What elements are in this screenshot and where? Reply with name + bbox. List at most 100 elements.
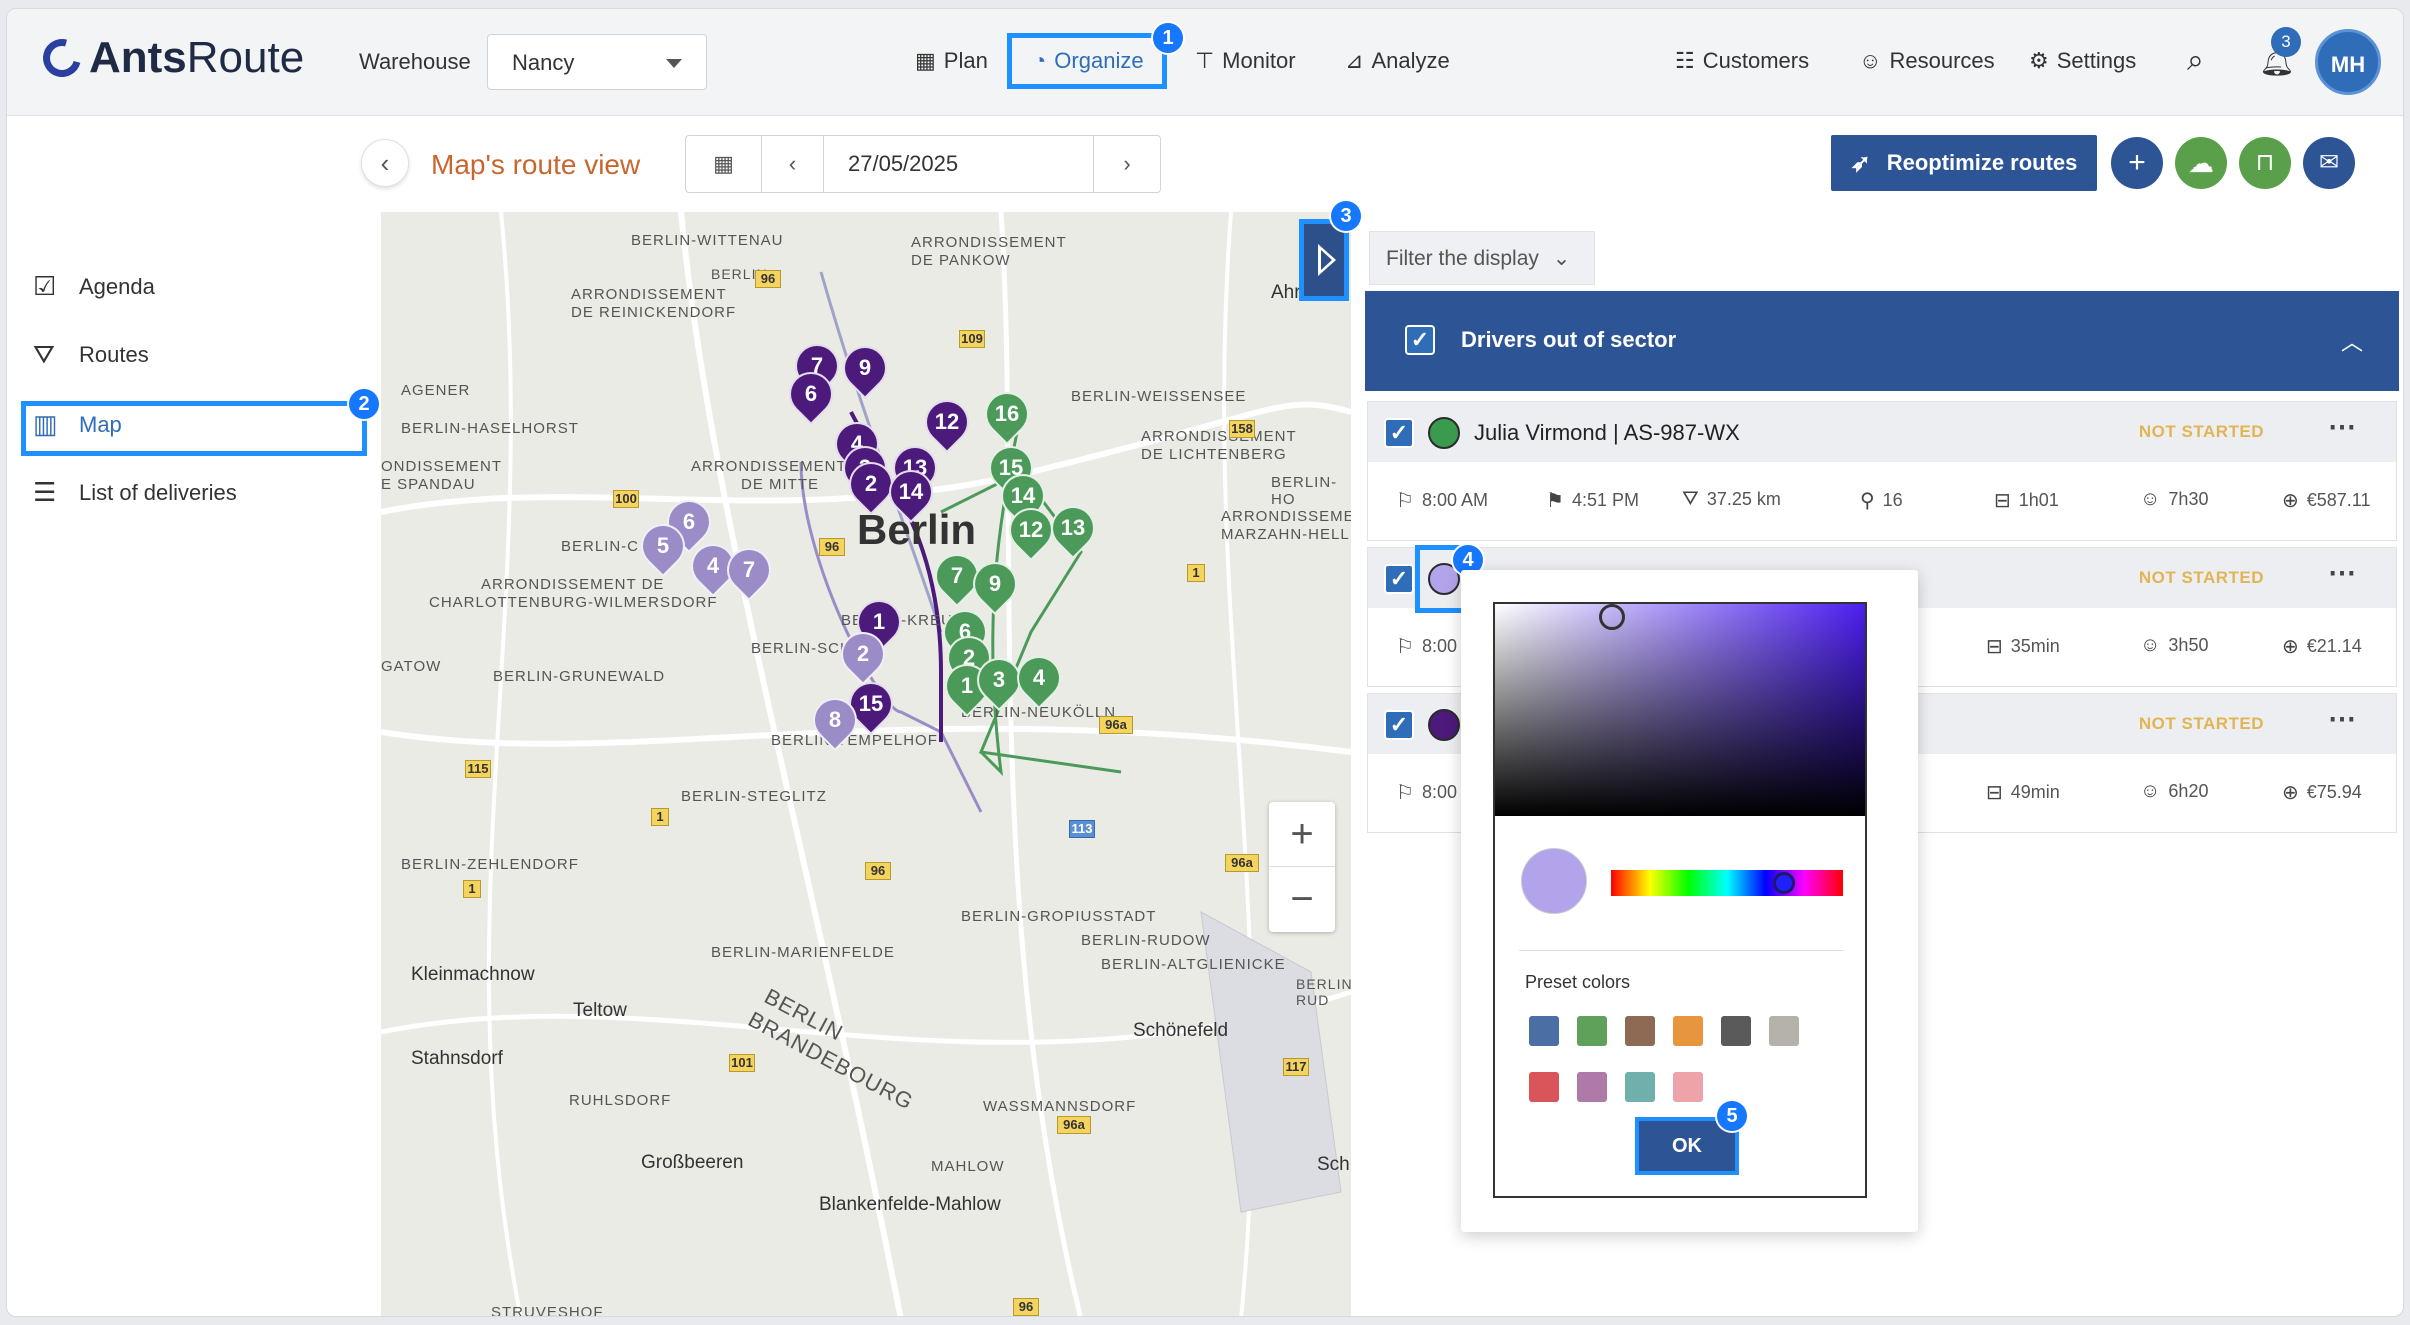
step-badge-3: 3 (1329, 199, 1363, 233)
nav-resources[interactable]: ☺ Resources (1859, 39, 1995, 83)
filter-display-dropdown[interactable]: Filter the display ⌄ (1369, 231, 1595, 285)
mail-icon: ✉ (2318, 149, 2340, 176)
preset-swatch[interactable] (1577, 1016, 1607, 1046)
more-options-icon[interactable]: ⋯ (2328, 410, 2356, 443)
route-card[interactable]: ✓ Julia Virmond | AS-987-WX NOT STARTED … (1367, 401, 2397, 541)
map-label: CHARLOTTENBURG-WILMERSDORF (429, 594, 718, 611)
road-shield: 101 (729, 1054, 755, 1072)
route-stat-work-time: ☺ 3h50 (2140, 634, 2208, 657)
collapse-sidebar-button[interactable]: ‹ (361, 139, 409, 187)
stat-value: 8:00 (1421, 782, 1457, 802)
stat-value: 6h20 (2168, 781, 2209, 801)
sidebar-item-routes[interactable]: ⛛ Routes (33, 339, 149, 371)
date-navigator: ▦ ‹ 27/05/2025 › (685, 135, 1161, 193)
route-color-dot[interactable] (1428, 417, 1460, 449)
preset-swatch[interactable] (1673, 1016, 1703, 1046)
route-stat-work-time: ☺ 7h30 (2140, 488, 2208, 511)
flag-icon: ⚐ (1396, 490, 1414, 512)
page-title: Map's route view (431, 149, 641, 180)
nav-analyze[interactable]: ⊿ Analyze (1345, 39, 1450, 83)
more-options-icon[interactable]: ⋯ (2328, 556, 2356, 589)
reoptimize-routes-button[interactable]: ➶ Reoptimize routes (1831, 135, 2097, 191)
filter-label: Filter the display (1386, 247, 1539, 270)
preset-swatch[interactable] (1529, 1016, 1559, 1046)
nav-monitor[interactable]: ⊤ Monitor (1195, 39, 1296, 83)
pin-number: 3 (992, 667, 1006, 692)
download-circle-icon: ⊕ (2282, 782, 2299, 804)
road-shield: 96a (1225, 854, 1259, 872)
cloud-upload-button[interactable]: ☁ (2175, 137, 2227, 189)
user-gear-icon: ☺ (1859, 48, 1882, 73)
date-field[interactable]: 27/05/2025 (824, 136, 1094, 192)
nav-settings[interactable]: ⚙ Settings (2029, 39, 2136, 83)
sidebar-item-agenda[interactable]: ☑ Agenda (33, 271, 155, 302)
email-button[interactable]: ✉ (2303, 137, 2355, 189)
route-color-dot[interactable] (1428, 709, 1460, 741)
app-logo[interactable]: Ants Route (36, 32, 304, 84)
map-label: ARRONDISSEMENT (1221, 508, 1351, 525)
people-icon: ☷ (1675, 48, 1695, 73)
route-stat-stops: ⚲ 16 (1860, 488, 1903, 513)
lock-icon: ⊓ (2255, 149, 2275, 176)
preset-swatch[interactable] (1769, 1016, 1799, 1046)
next-day-button[interactable]: › (1094, 136, 1160, 192)
map-label: DE MITTE (741, 476, 819, 493)
color-preview (1521, 848, 1587, 914)
route-stat-end: ⚑ 4:51 PM (1546, 488, 1639, 513)
checkered-flag-icon: ⚑ (1546, 490, 1564, 512)
preset-swatch[interactable] (1721, 1016, 1751, 1046)
map-label: BERLIN-RUDOW (1081, 932, 1211, 949)
sector-header[interactable]: ✓ Drivers out of sector ︿ (1365, 291, 2399, 391)
preset-swatch[interactable] (1529, 1072, 1559, 1102)
add-button[interactable]: + (2111, 137, 2163, 189)
preset-swatch[interactable] (1625, 1072, 1655, 1102)
sidebar-item-list-of-deliveries[interactable]: ☰ List of deliveries (33, 477, 237, 508)
warehouse-select[interactable]: Nancy (487, 34, 707, 90)
chevron-up-icon[interactable]: ︿ (2341, 325, 2363, 357)
map-label: DE REINICKENDORF (571, 304, 737, 321)
pin-number: 7 (950, 563, 964, 588)
step-badge-2: 2 (347, 387, 381, 421)
nav-plan[interactable]: ▦ Plan (915, 39, 988, 83)
lock-button[interactable]: ⊓ (2239, 137, 2291, 189)
pin-number: 16 (994, 401, 1020, 426)
map-label: AGENER (401, 382, 471, 399)
cloud-upload-icon: ☁ (2188, 148, 2214, 178)
nav-plan-label: Plan (943, 48, 988, 73)
route-map[interactable]: BERLIN-WITTENAU ARRONDISSEMENT DE PANKOW… (381, 212, 1351, 1316)
preset-swatch[interactable] (1673, 1072, 1703, 1102)
saturation-handle[interactable] (1599, 604, 1625, 630)
person-icon: ☺ (2140, 780, 2161, 802)
preset-swatch[interactable] (1625, 1016, 1655, 1046)
avatar[interactable]: MH (2315, 29, 2381, 95)
nav-settings-label: Settings (2056, 48, 2137, 73)
map-fold-icon: ⛛ (33, 339, 55, 369)
date-picker-button[interactable]: ▦ (686, 136, 762, 192)
route-checkbox[interactable]: ✓ (1384, 564, 1414, 594)
route-checkbox[interactable]: ✓ (1384, 710, 1414, 740)
search-button[interactable]: ⌕ (2187, 39, 2204, 83)
saturation-area[interactable] (1495, 604, 1865, 816)
sidebar-item-label: Routes (79, 342, 149, 367)
calendar-icon: ▦ (713, 151, 734, 176)
color-picker-popover: Preset colors OK (1461, 570, 1918, 1232)
pin-number: 9 (858, 355, 872, 380)
hue-handle[interactable] (1773, 872, 1795, 894)
route-stat-drive-time: ⊟ 1h01 (1994, 488, 2059, 513)
sector-checkbox[interactable]: ✓ (1405, 325, 1435, 355)
hue-slider[interactable] (1611, 870, 1843, 896)
route-checkbox[interactable]: ✓ (1384, 418, 1414, 448)
logo-icon (36, 32, 88, 84)
preset-swatch[interactable] (1577, 1072, 1607, 1102)
previous-day-button[interactable]: ‹ (762, 136, 824, 192)
nav-customers[interactable]: ☷ Customers (1675, 39, 1809, 83)
reoptimize-label: Reoptimize routes (1886, 150, 2078, 175)
map-label: ARRONDISSEMENT (691, 458, 847, 475)
pin-number: 2 (864, 471, 878, 496)
map-label: MARZAHN-HELL (1221, 526, 1350, 543)
color-picker: Preset colors OK (1493, 602, 1867, 1198)
zoom-out-button[interactable]: − (1269, 867, 1335, 932)
zoom-in-button[interactable]: + (1269, 802, 1335, 867)
map-label: BERLIN-MARIENFELDE (711, 944, 895, 961)
more-options-icon[interactable]: ⋯ (2328, 702, 2356, 735)
